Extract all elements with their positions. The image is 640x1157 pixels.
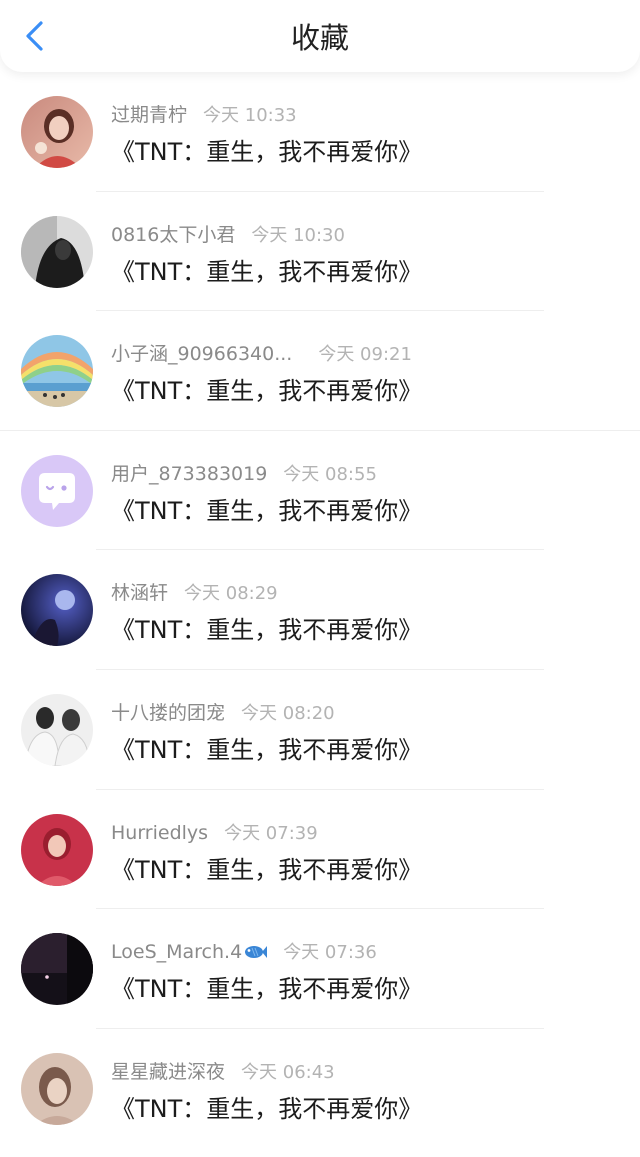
favorite-item[interactable]: Hurriedlys 今天 07:39 《TNT：重生，我不再爱你》 — [0, 790, 640, 910]
timestamp: 今天 07:36 — [283, 942, 377, 964]
favorite-item[interactable]: 过期青柠 今天 10:33 《TNT：重生，我不再爱你》 — [0, 72, 640, 192]
favorites-screen: 收藏 过期青柠 今天 10:33 《TNT：重生，我不再爱你》 0816太下小君… — [0, 0, 640, 1157]
message-text: 《TNT：重生，我不再爱你》 — [111, 735, 423, 764]
username[interactable]: 林涵轩 — [111, 582, 168, 604]
favorite-item[interactable]: 小子涵_90966340... 今天 09:21 《TNT：重生，我不再爱你》 — [0, 311, 640, 431]
default-avatar-chat-icon — [21, 454, 93, 527]
timestamp: 今天 10:30 — [251, 224, 345, 246]
favorites-list: 过期青柠 今天 10:33 《TNT：重生，我不再爱你》 0816太下小君 今天 1… — [0, 72, 640, 1148]
avatar[interactable] — [21, 933, 93, 1006]
timestamp: 今天 08:55 — [283, 463, 377, 485]
fish-emoji-icon — [245, 946, 268, 959]
avatar[interactable] — [21, 454, 93, 527]
item-meta: LoeS_March.4 今天 07:36 — [111, 939, 377, 965]
username[interactable]: 用户_873383019 — [111, 463, 267, 485]
avatar[interactable] — [21, 1052, 93, 1125]
favorite-item[interactable]: 0816太下小君 今天 10:30 《TNT：重生，我不再爱你》 — [0, 192, 640, 312]
timestamp: 今天 08:29 — [184, 583, 278, 605]
top-bar: 收藏 — [0, 0, 640, 72]
message-text: 《TNT：重生，我不再爱你》 — [111, 975, 423, 1004]
item-meta: 星星藏进深夜 今天 06:43 — [111, 1059, 335, 1085]
username[interactable]: 过期青柠 — [111, 104, 187, 126]
favorite-item[interactable]: 用户_873383019 今天 08:55 《TNT：重生，我不再爱你》 — [0, 431, 640, 551]
message-text: 《TNT：重生，我不再爱你》 — [111, 377, 423, 406]
message-text: 《TNT：重生，我不再爱你》 — [111, 138, 423, 166]
timestamp: 今天 09:21 — [318, 344, 412, 366]
avatar[interactable] — [21, 215, 93, 288]
page-title: 收藏 — [290, 21, 349, 55]
favorite-item[interactable]: 十八搂的团宠 今天 08:20 《TNT：重生，我不再爱你》 — [0, 670, 640, 790]
timestamp: 今天 10:33 — [203, 105, 297, 126]
item-meta: 小子涵_90966340... 今天 09:21 — [111, 341, 412, 367]
message-text: 《TNT：重生，我不再爱你》 — [111, 257, 423, 286]
username[interactable]: 0816太下小君 — [111, 224, 235, 246]
username[interactable]: LoeS_March.4 — [111, 941, 242, 963]
favorite-item[interactable]: 星星藏进深夜 今天 06:43 《TNT：重生，我不再爱你》 — [0, 1029, 640, 1149]
message-text: 《TNT：重生，我不再爱你》 — [111, 1094, 423, 1123]
timestamp: 今天 08:20 — [241, 702, 335, 724]
item-meta: 林涵轩 今天 08:29 — [111, 580, 278, 606]
avatar[interactable] — [21, 693, 93, 766]
avatar[interactable] — [21, 813, 93, 886]
avatar[interactable] — [21, 574, 93, 647]
item-meta: 过期青柠 今天 10:33 — [111, 102, 297, 128]
message-text: 《TNT：重生，我不再爱你》 — [111, 855, 423, 884]
username[interactable]: 星星藏进深夜 — [111, 1061, 225, 1083]
item-meta: 用户_873383019 今天 08:55 — [111, 461, 377, 487]
username[interactable]: 十八搂的团宠 — [111, 702, 225, 724]
favorite-item[interactable]: LoeS_March.4 今天 07:36 《TNT：重生，我不再爱你》 — [0, 909, 640, 1029]
avatar[interactable] — [21, 96, 93, 168]
message-text: 《TNT：重生，我不再爱你》 — [111, 496, 423, 525]
favorite-item[interactable]: 林涵轩 今天 08:29 《TNT：重生，我不再爱你》 — [0, 550, 640, 670]
item-meta: Hurriedlys 今天 07:39 — [111, 820, 318, 846]
item-meta: 十八搂的团宠 今天 08:20 — [111, 700, 335, 726]
timestamp: 今天 06:43 — [241, 1061, 335, 1083]
username[interactable]: 小子涵_90966340... — [111, 343, 292, 365]
message-text: 《TNT：重生，我不再爱你》 — [111, 616, 423, 645]
item-meta: 0816太下小君 今天 10:30 — [111, 222, 345, 248]
username[interactable]: Hurriedlys — [111, 822, 208, 844]
timestamp: 今天 07:39 — [224, 822, 318, 844]
avatar[interactable] — [21, 335, 93, 408]
